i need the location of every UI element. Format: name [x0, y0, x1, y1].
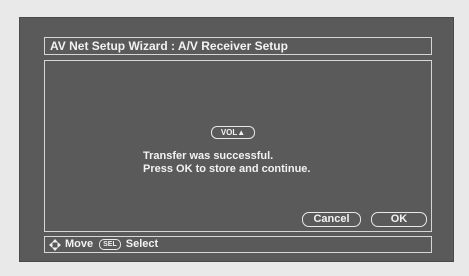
move-label: Move: [65, 238, 94, 250]
message-line-2: Press OK to store and continue.: [143, 163, 311, 175]
status-bar: Move SEL Select: [44, 236, 432, 253]
content-panel: VOL▲ Transfer was successful. Press OK t…: [44, 60, 432, 232]
osd-screen: AV Net Setup Wizard : A/V Receiver Setup…: [19, 17, 454, 262]
vol-up-key-icon: VOL▲: [211, 126, 255, 139]
message-line-1: Transfer was successful.: [143, 150, 274, 162]
ok-button[interactable]: OK: [371, 212, 427, 227]
select-label: Select: [125, 238, 159, 250]
wizard-title: AV Net Setup Wizard : A/V Receiver Setup: [44, 37, 432, 55]
status-message: Transfer was successful. Press OK to sto…: [143, 150, 310, 176]
cancel-button[interactable]: Cancel: [302, 212, 361, 227]
sel-key-icon: SEL: [99, 239, 121, 250]
dpad-icon: [49, 238, 61, 251]
